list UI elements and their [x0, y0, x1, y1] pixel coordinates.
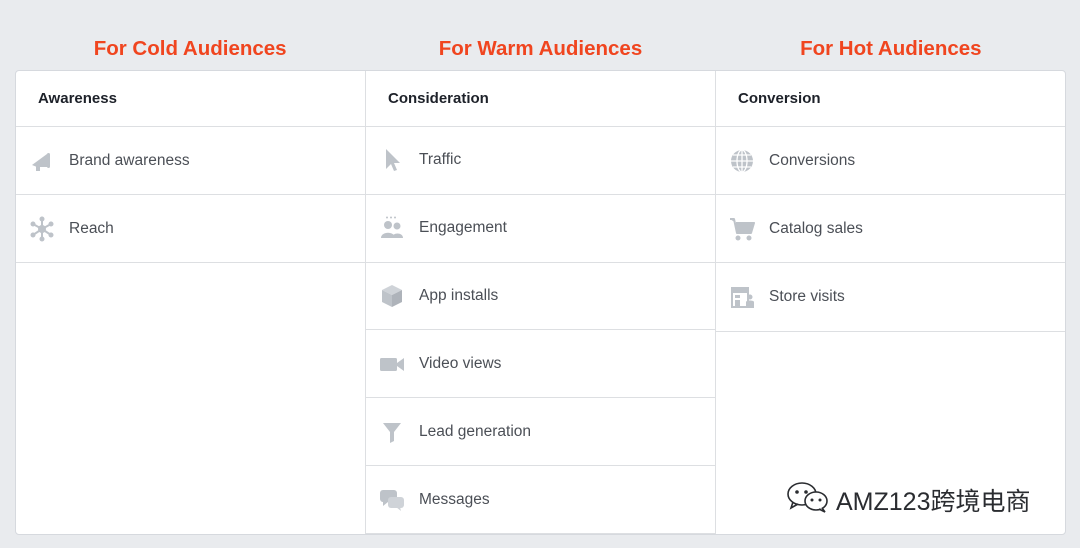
column-title: Awareness — [16, 71, 365, 127]
reach-icon — [28, 215, 56, 243]
objective-label: Engagement — [419, 219, 507, 237]
box-icon — [378, 282, 406, 310]
warm-audiences-header: For Warm Audiences — [438, 37, 643, 60]
objective-label: Messages — [419, 490, 490, 508]
megaphone-icon — [28, 147, 56, 175]
objective-video-views[interactable]: Video views — [366, 330, 715, 399]
objective-traffic[interactable]: Traffic — [366, 127, 715, 195]
objective-brand-awareness[interactable]: Brand awareness — [16, 127, 365, 196]
watermark: AMZ123跨境电商 — [786, 481, 1031, 520]
objective-conversions[interactable]: Conversions — [716, 127, 1065, 196]
cold-audiences-header: For Cold Audiences — [93, 37, 287, 60]
objective-messages[interactable]: Messages — [366, 466, 715, 534]
objectives-table: Awareness Brand awareness Reach Consider… — [15, 70, 1066, 535]
objective-label: Store visits — [769, 287, 845, 305]
objective-label: Brand awareness — [69, 151, 190, 169]
objective-lead-generation[interactable]: Lead generation — [366, 398, 715, 467]
cart-icon — [728, 215, 756, 243]
objective-catalog-sales[interactable]: Catalog sales — [716, 195, 1065, 264]
funnel-icon — [378, 418, 406, 446]
globe-icon — [728, 147, 756, 175]
objective-label: Catalog sales — [769, 219, 863, 237]
objective-label: Reach — [69, 219, 114, 237]
objective-label: Lead generation — [419, 422, 532, 440]
consideration-column: Consideration Traffic Engagement App ins… — [366, 71, 716, 534]
objective-store-visits[interactable]: Store visits — [716, 263, 1065, 332]
watermark-text: AMZ123跨境电商 — [836, 488, 1031, 516]
objective-label: Video views — [419, 354, 502, 372]
video-camera-icon — [378, 350, 406, 378]
audience-headers: For Cold Audiences For Warm Audiences Fo… — [15, 32, 1066, 66]
objective-engagement[interactable]: Engagement — [366, 195, 715, 263]
column-title: Consideration — [366, 71, 715, 127]
awareness-column: Awareness Brand awareness Reach — [16, 71, 366, 534]
objective-app-installs[interactable]: App installs — [366, 263, 715, 331]
cursor-icon — [378, 146, 406, 174]
chat-bubbles-icon — [378, 486, 406, 514]
people-icon — [378, 214, 406, 242]
hot-audiences-header: For Hot Audiences — [800, 37, 982, 60]
objective-reach[interactable]: Reach — [16, 195, 365, 264]
objective-label: Traffic — [419, 151, 462, 169]
objective-label: Conversions — [769, 151, 856, 169]
column-title: Conversion — [716, 71, 1065, 127]
objective-label: App installs — [419, 286, 499, 304]
conversion-column: Conversion Conversions Catalog sales Sto… — [716, 71, 1065, 534]
store-icon — [728, 283, 756, 311]
wechat-icon — [786, 481, 836, 520]
